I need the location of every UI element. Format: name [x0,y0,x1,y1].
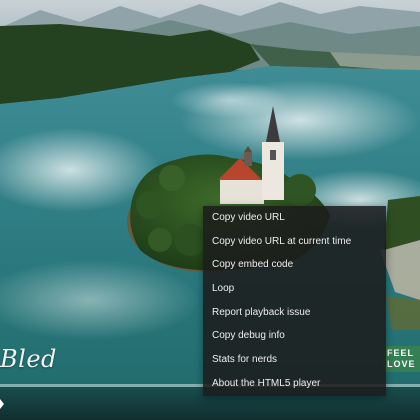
video-caption: Bled [0,345,57,373]
logo-line-1: FEEL [387,348,415,358]
menu-item-copy-video-url-at-time[interactable]: Copy video URL at current time [203,230,386,254]
play-icon[interactable] [0,399,4,409]
menu-item-stats-for-nerds[interactable]: Stats for nerds [203,348,386,372]
menu-item-copy-video-url[interactable]: Copy video URL [203,206,386,230]
logo-line-2: LOVE [387,359,416,369]
menu-item-loop[interactable]: Loop [203,277,386,301]
menu-item-copy-embed-code[interactable]: Copy embed code [203,253,386,277]
menu-item-about-player[interactable]: About the HTML5 player [203,372,386,396]
video-player[interactable]: Bled FEEL LOVE Copy video URL Copy video… [0,0,420,420]
menu-item-report-playback-issue[interactable]: Report playback issue [203,301,386,325]
context-menu: Copy video URL Copy video URL at current… [203,206,386,396]
menu-item-copy-debug-info[interactable]: Copy debug info [203,324,386,348]
channel-logo: FEEL LOVE [383,346,420,372]
